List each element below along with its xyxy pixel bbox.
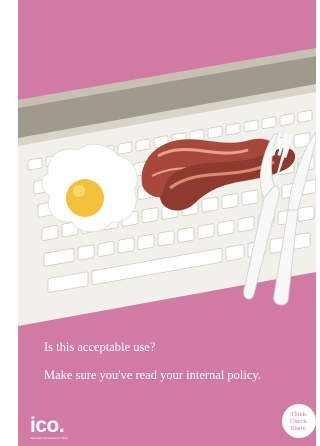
badge-line-share: Share. [290,424,308,432]
badge-line-check: Check. [289,417,309,425]
ico-logo: ico. [30,414,65,437]
page: Is this acceptable use? Make sure you've… [0,0,316,446]
think-check-share-badge: Think. Check. Share. [282,404,316,438]
policy-message: Make sure you've read your internal poli… [44,368,261,382]
breakfast-keyboard-illustration [18,48,316,326]
badge-line-think: Think. [290,410,308,418]
ico-logo-tagline: Information Commissioner's Office [30,437,69,440]
poster: Is this acceptable use? Make sure you've… [18,0,316,446]
fried-egg [41,143,138,233]
question-text: Is this acceptable use? [44,340,156,354]
